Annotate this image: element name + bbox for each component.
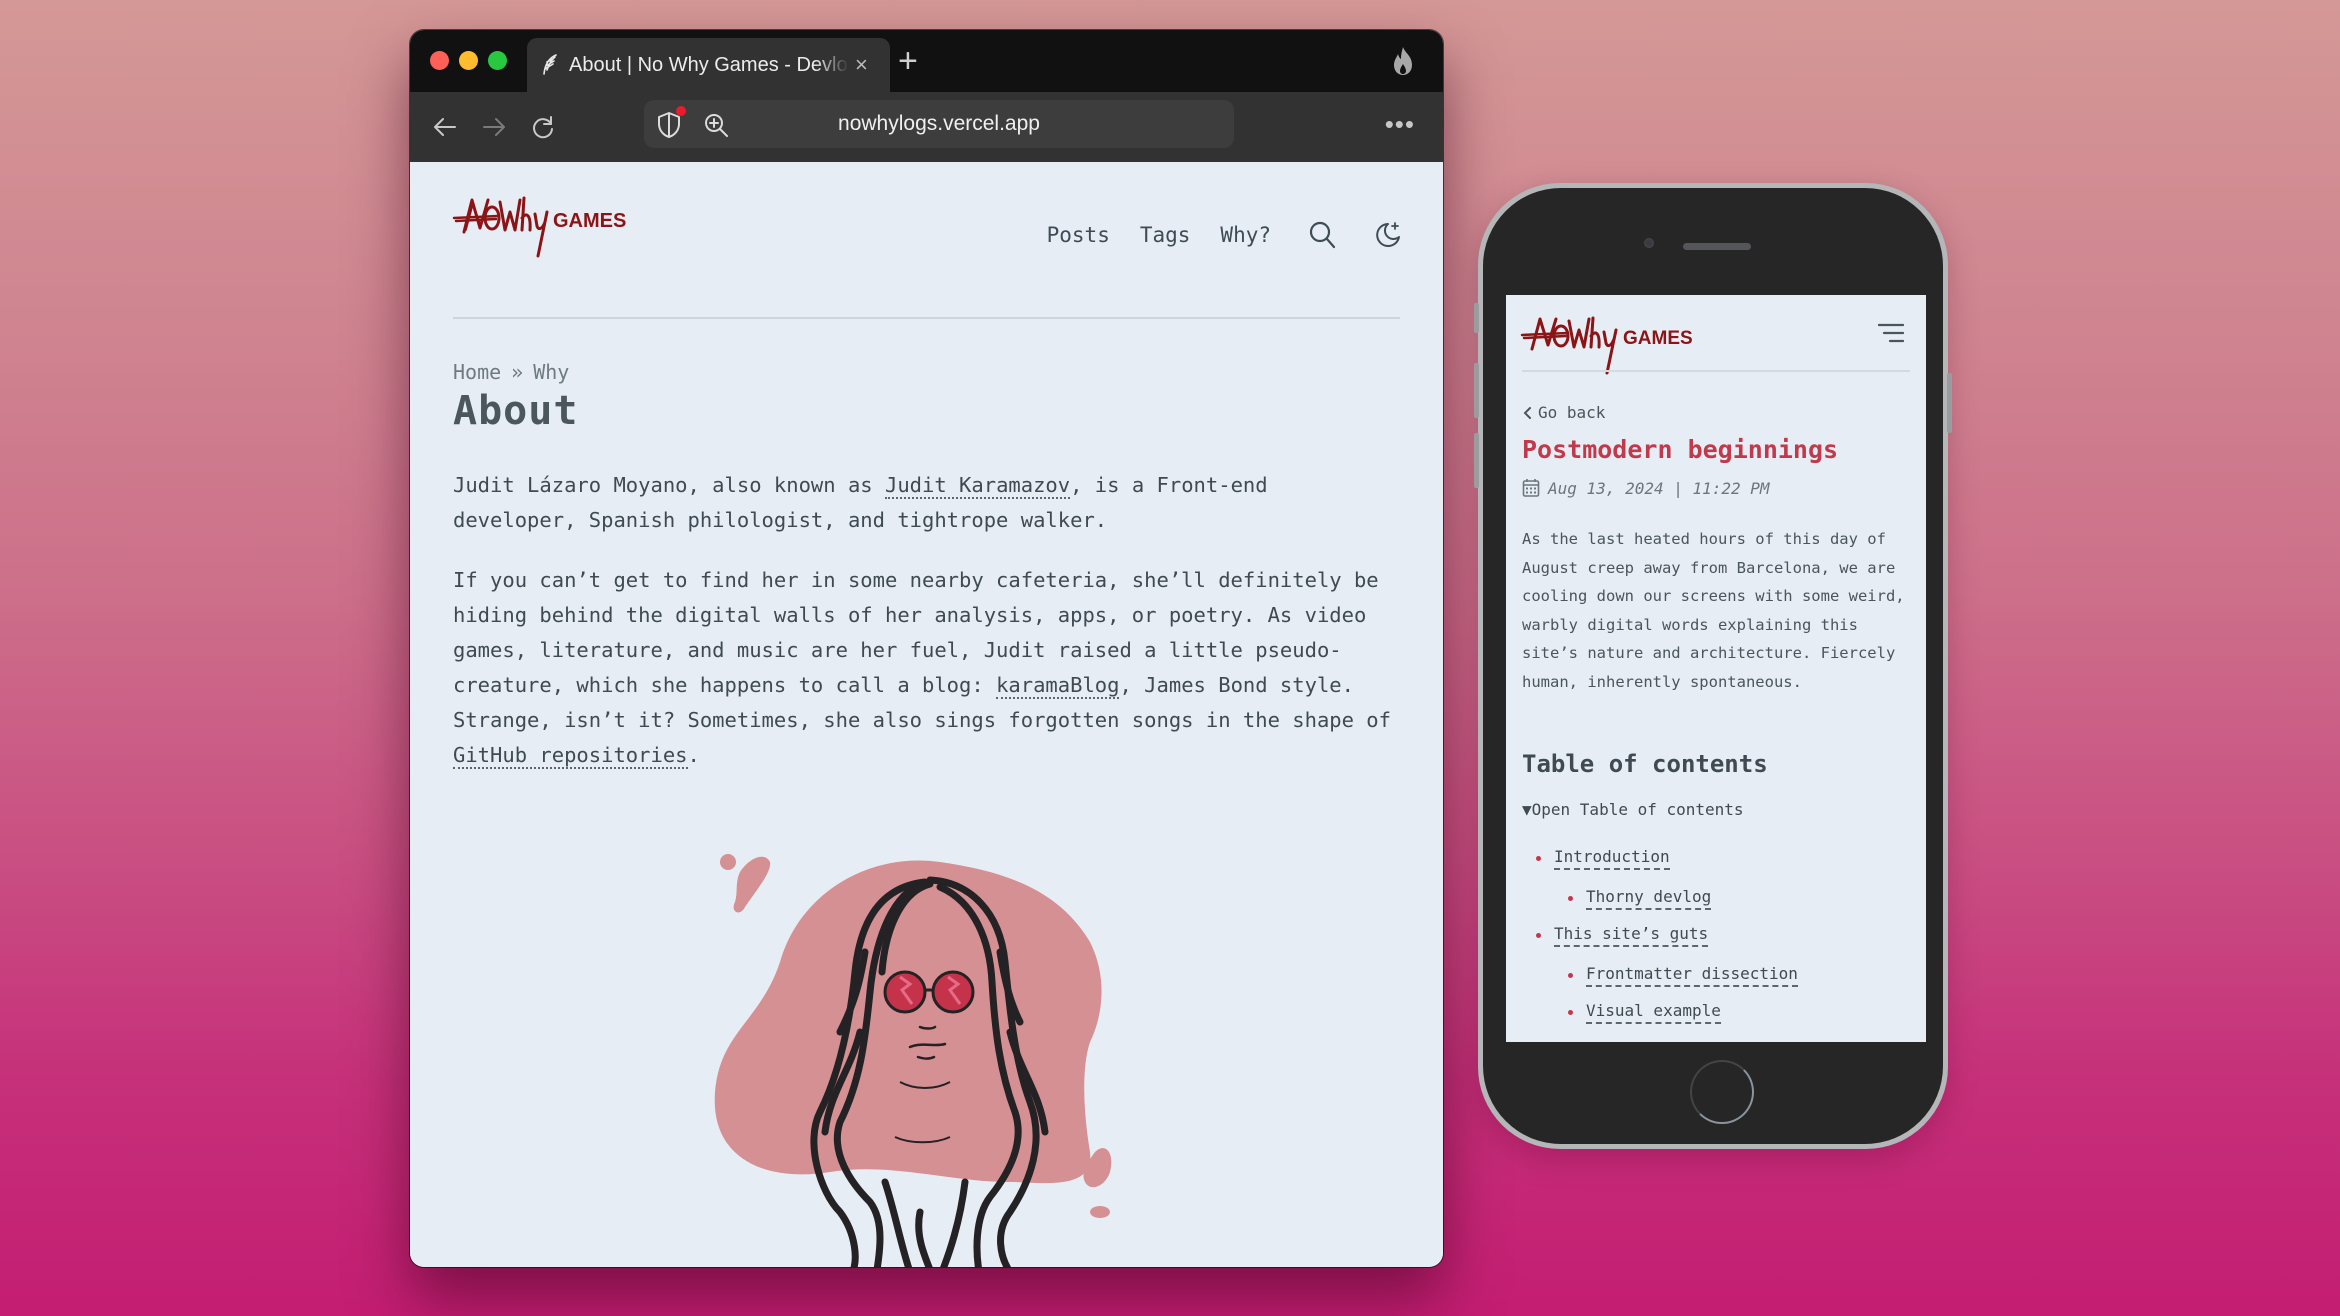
- toc-item: This site’s guts: [1522, 924, 1798, 964]
- post-date: Aug 13, 2024 | 11:22 PM: [1522, 478, 1770, 498]
- phone-mockup: GAMES Go back Postmodern beginnings Aug …: [1474, 183, 1952, 1149]
- header-divider: [453, 317, 1400, 319]
- phone-volume-down: [1474, 433, 1479, 488]
- phone-body: GAMES Go back Postmodern beginnings Aug …: [1483, 188, 1943, 1144]
- flame-icon[interactable]: [1389, 46, 1417, 76]
- phone-camera: [1644, 238, 1654, 248]
- toc-list: Introduction Thorny devlog This site’s g…: [1522, 847, 1798, 1038]
- toc-bullet: [1568, 1010, 1573, 1015]
- browser-toolbar: nowhylogs.vercel.app •••: [410, 92, 1443, 162]
- avatar-blob-splash: [733, 856, 771, 913]
- toc-link-introduction[interactable]: Introduction: [1554, 847, 1670, 870]
- breadcrumb: Home » Why: [453, 360, 569, 384]
- mobile-site-logo[interactable]: GAMES: [1520, 315, 1730, 387]
- search-icon[interactable]: [1307, 220, 1337, 250]
- toc-heading: Table of contents: [1522, 750, 1768, 778]
- arrow-left-icon[interactable]: [430, 112, 460, 142]
- avatar-blob-dot: [720, 854, 736, 870]
- about-paragraph-2: If you can’t get to find her in some nea…: [453, 563, 1403, 773]
- minimize-window-button[interactable]: [459, 51, 478, 70]
- toc-link-frontmatter[interactable]: Frontmatter dissection: [1586, 964, 1798, 987]
- text: Judit Lázaro Moyano, also known as: [453, 473, 885, 497]
- nav-posts[interactable]: Posts: [1047, 223, 1110, 247]
- go-back-label: Go back: [1538, 403, 1606, 422]
- toc-item: Frontmatter dissection: [1522, 964, 1798, 1001]
- tab-about[interactable]: About | No Why Games - Devlog ×: [527, 38, 890, 92]
- phone-power-button: [1947, 373, 1952, 433]
- more-menu-button[interactable]: •••: [1385, 111, 1415, 137]
- post-date-text: Aug 13, 2024 | 11:22 PM: [1548, 478, 1770, 498]
- toc-bullet: [1568, 896, 1573, 901]
- calendar-icon: [1522, 479, 1540, 497]
- feather-icon: [539, 54, 561, 76]
- post-intro: As the last heated hours of this day of …: [1522, 530, 1905, 691]
- new-tab-button[interactable]: +: [898, 42, 918, 80]
- toc-bullet: [1568, 973, 1573, 978]
- mobile-header-divider: [1522, 370, 1910, 372]
- toc-link-thorny-devlog[interactable]: Thorny devlog: [1586, 887, 1712, 910]
- nav-tags[interactable]: Tags: [1140, 223, 1191, 247]
- avatar-blob-dot: [1090, 1206, 1110, 1218]
- breadcrumb-home[interactable]: Home: [453, 360, 501, 384]
- site-logo[interactable]: GAMES: [452, 194, 652, 274]
- karamablog-link[interactable]: karamaBlog: [996, 673, 1120, 699]
- phone-speaker: [1683, 243, 1751, 250]
- arrow-right-icon[interactable]: [479, 112, 509, 142]
- browser-window: About | No Why Games - Devlog × + nowhyl…: [410, 30, 1443, 1267]
- about-text: Judit Lázaro Moyano, also known as Judit…: [453, 468, 1403, 798]
- hamburger-menu-icon[interactable]: [1878, 323, 1904, 343]
- toc-bullet: [1536, 933, 1541, 938]
- toc-toggle[interactable]: ▼Open Table of contents: [1522, 800, 1744, 819]
- toc-item: Thorny devlog: [1522, 887, 1798, 924]
- close-icon[interactable]: ×: [855, 52, 868, 78]
- phone-screen: GAMES Go back Postmodern beginnings Aug …: [1506, 295, 1926, 1042]
- close-window-button[interactable]: [430, 51, 449, 70]
- text: .: [687, 743, 700, 767]
- tab-title: About | No Why Games - Devlog: [569, 53, 849, 76]
- moon-icon[interactable]: [1373, 220, 1403, 250]
- maximize-window-button[interactable]: [488, 51, 507, 70]
- nav-why[interactable]: Why?: [1220, 223, 1271, 247]
- avatar-illustration: [714, 854, 1112, 1267]
- post-title: Postmodern beginnings: [1522, 435, 1839, 464]
- breadcrumb-current: Why: [533, 360, 570, 384]
- site-nav: Posts Tags Why?: [1047, 220, 1403, 250]
- toc-link-site-guts[interactable]: This site’s guts: [1554, 924, 1709, 947]
- judit-karamazov-link[interactable]: Judit Karamazov: [884, 473, 1071, 499]
- about-paragraph-1: Judit Lázaro Moyano, also known as Judit…: [453, 468, 1403, 538]
- toc-item: Visual example: [1522, 1001, 1798, 1038]
- github-repositories-link[interactable]: GitHub repositories: [453, 743, 688, 769]
- toc-bullet: [1536, 856, 1541, 861]
- phone-volume-up: [1474, 363, 1479, 418]
- chevron-left-icon: [1523, 406, 1531, 419]
- toc-link-visual-example[interactable]: Visual example: [1586, 1001, 1721, 1024]
- reload-icon[interactable]: [528, 112, 558, 142]
- page-content: GAMES Posts Tags Why? Home » Why About J…: [410, 162, 1443, 1267]
- go-back-link[interactable]: Go back: [1522, 403, 1605, 422]
- mobile-logo-games-text: GAMES: [1623, 328, 1693, 349]
- address-bar[interactable]: nowhylogs.vercel.app: [644, 100, 1234, 148]
- page-title: About: [453, 388, 579, 434]
- breadcrumb-separator: »: [511, 360, 524, 384]
- phone-home-button: [1690, 1060, 1754, 1124]
- logo-games-text: GAMES: [553, 210, 626, 232]
- phone-mute-switch: [1474, 303, 1479, 333]
- url-text[interactable]: nowhylogs.vercel.app: [644, 112, 1234, 136]
- toc-item: Introduction: [1522, 847, 1798, 887]
- tab-bar: About | No Why Games - Devlog × +: [410, 30, 1443, 92]
